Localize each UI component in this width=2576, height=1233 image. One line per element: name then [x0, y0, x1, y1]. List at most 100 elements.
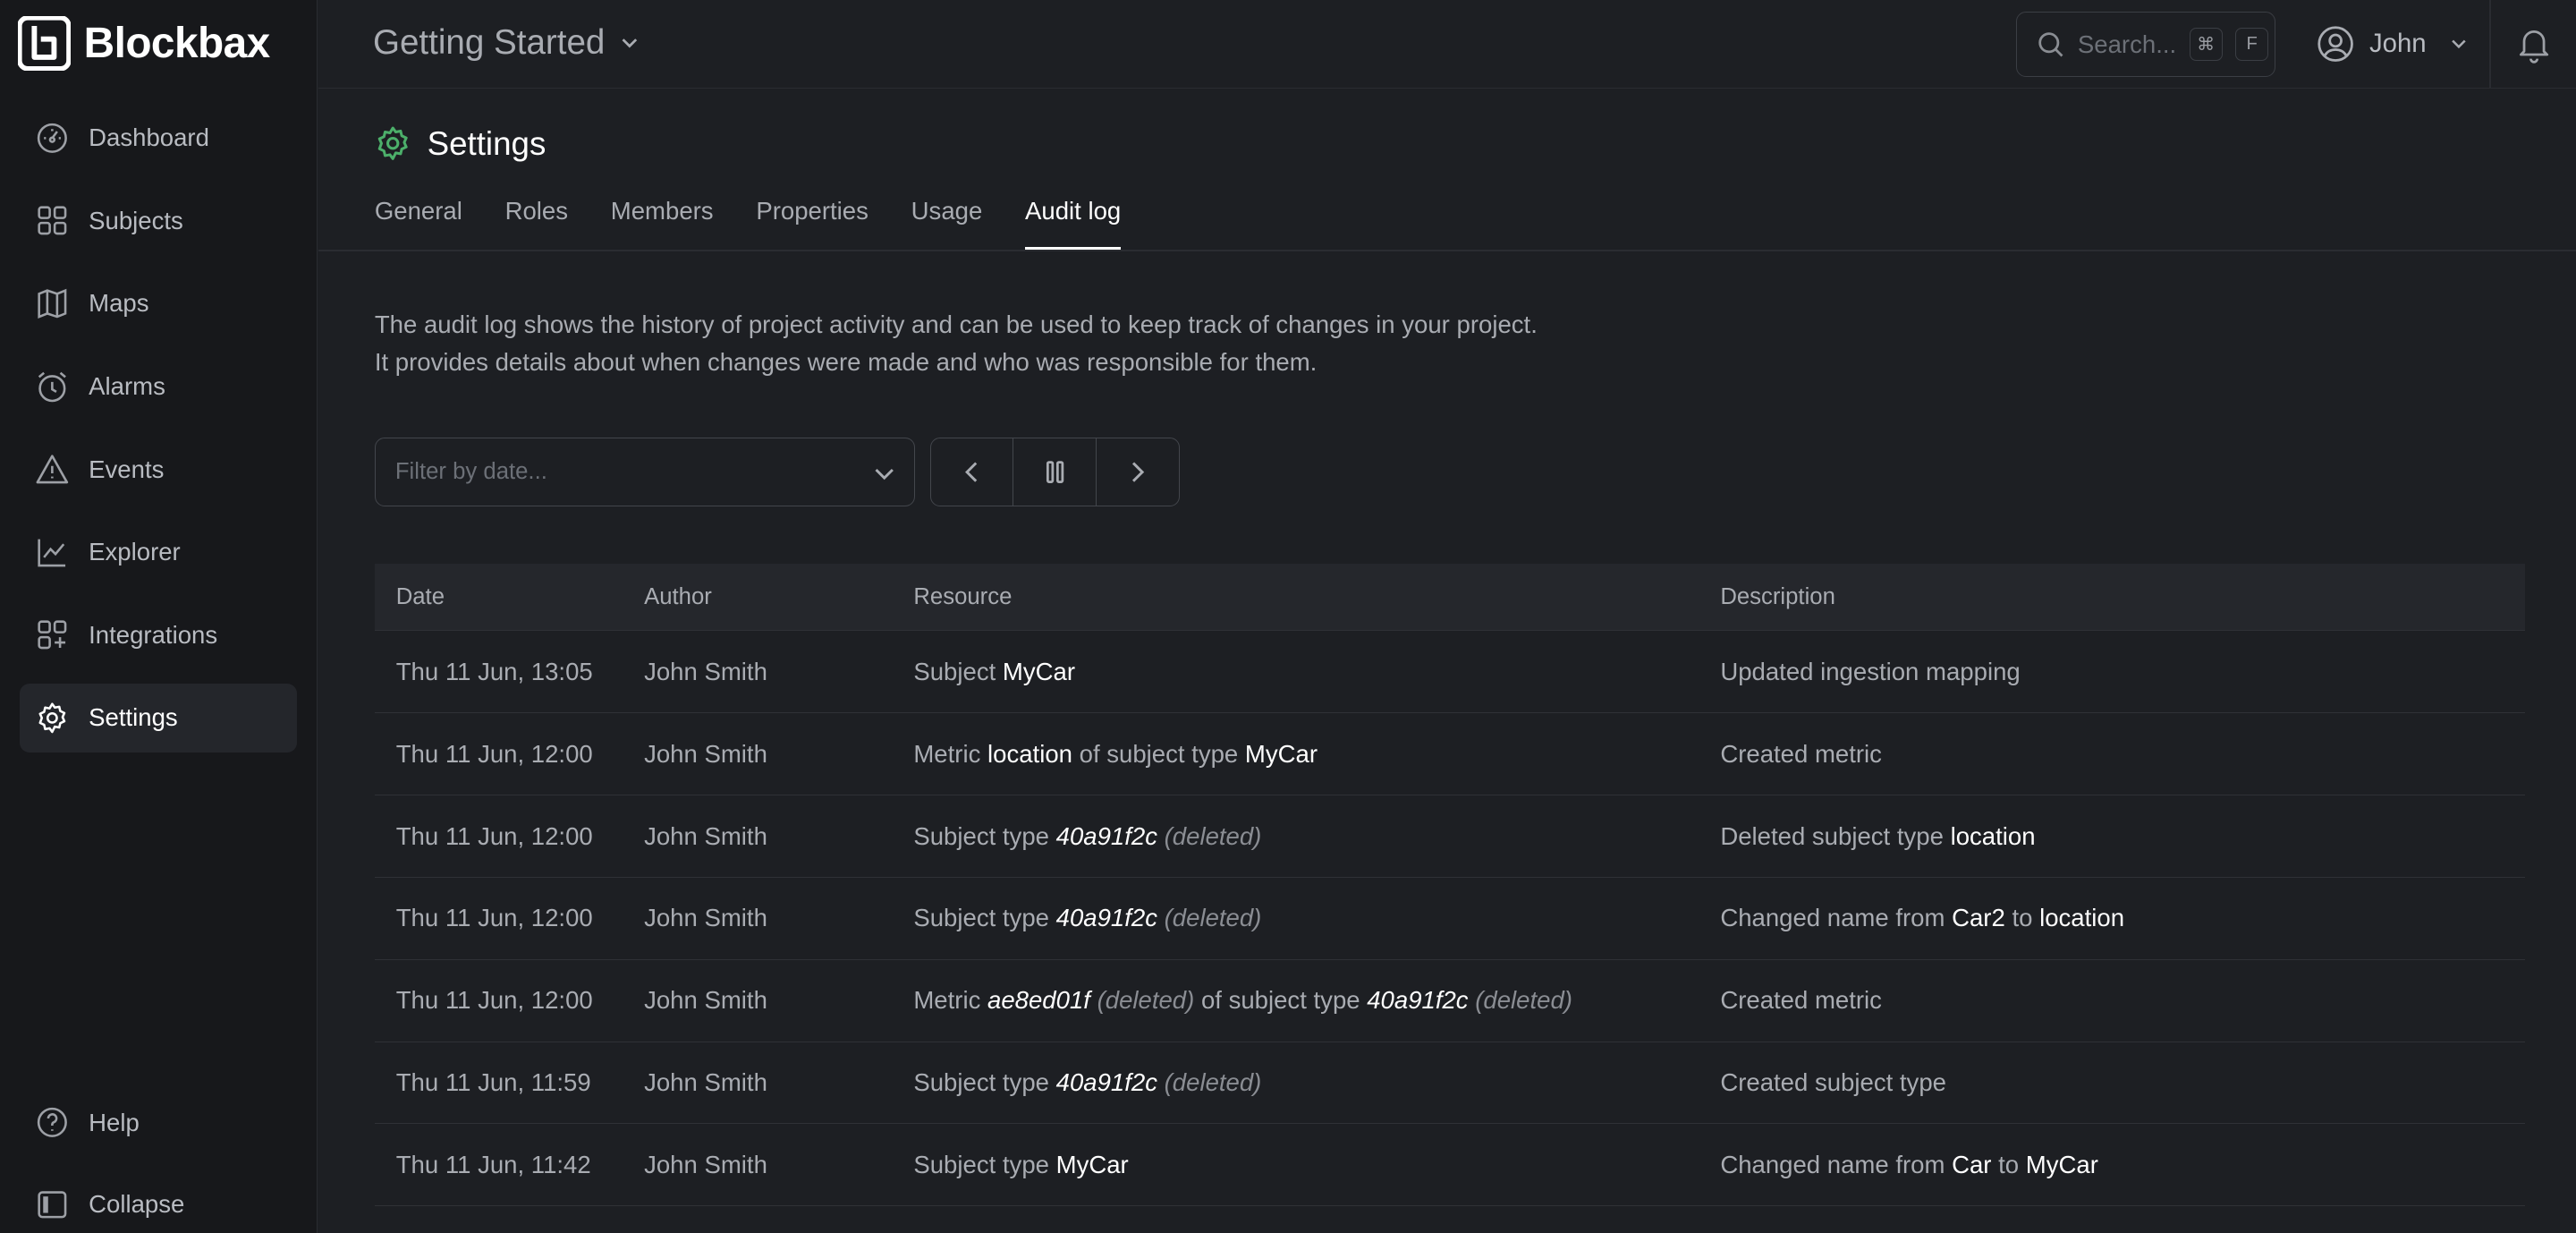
topbar-divider	[2489, 0, 2491, 89]
bell-icon[interactable]	[2514, 25, 2554, 64]
cell-date: Thu 11 Jun, 13:05	[395, 657, 593, 685]
column-header-date[interactable]: Date	[375, 584, 644, 610]
sidebar-item-label: Collapse	[89, 1190, 185, 1219]
description-fragment: Changed name from	[1720, 1150, 1953, 1178]
description-fragment: Car2	[1952, 904, 2005, 932]
dashboard-gauge-icon	[38, 123, 68, 153]
blockbax-logo-icon	[18, 16, 71, 71]
tab-usage[interactable]: Usage	[911, 197, 983, 250]
cell-description: Created subject type	[1720, 1068, 2525, 1097]
table-row[interactable]: Thu 11 Jun, 11:59 John Smith Subject type …	[374, 1042, 2526, 1125]
cell-resource: Subject type 40a91f2c (deleted)	[913, 904, 1720, 932]
resource-fragment: of subject type	[1194, 986, 1368, 1015]
next-button[interactable]	[1097, 438, 1179, 506]
map-icon	[38, 288, 67, 319]
resource-fragment: of subject type	[1072, 739, 1245, 768]
table-header: Date Author Resource Description	[374, 564, 2526, 632]
cell-author: John Smith	[644, 904, 767, 932]
project-selector[interactable]: Getting Started	[373, 23, 641, 63]
sidebar-item-subjects[interactable]: Subjects	[20, 186, 297, 255]
sidebar-item-events[interactable]: Events	[20, 435, 297, 504]
date-filter-select[interactable]: Filter by date...	[374, 437, 916, 506]
cell-date: Thu 11 Jun, 12:00	[395, 821, 593, 850]
search-input[interactable]: Search... ⌘ F	[2015, 11, 2276, 78]
sidebar-item-dashboard[interactable]: Dashboard	[20, 104, 297, 173]
cell-resource: Subject type 40a91f2c (deleted)	[913, 822, 1720, 851]
sidebar-nav: Dashboard Subjects Maps Alarms Events Ex…	[20, 104, 298, 767]
date-filter-placeholder: Filter by date...	[394, 458, 547, 484]
resource-fragment: Metric	[913, 986, 988, 1015]
settings-tabs: General Roles Members Properties Usage A…	[375, 197, 1164, 251]
resource-fragment: MyCar	[1002, 657, 1076, 685]
column-header-description[interactable]: Description	[1720, 584, 2525, 610]
tab-members[interactable]: Members	[611, 197, 714, 250]
tab-roles[interactable]: Roles	[505, 197, 568, 250]
help-circle-icon	[38, 1108, 68, 1138]
sidebar-item-label: Dashboard	[89, 123, 209, 152]
table-row[interactable]: Thu 11 Jun, 13:05 John Smith Subject MyCar…	[374, 631, 2526, 714]
pause-button[interactable]	[1013, 438, 1097, 506]
sidebar-item-help[interactable]: Help	[20, 1088, 297, 1157]
cell-description: Changed name from Car2 to location	[1720, 904, 2525, 932]
sidebar-item-alarms[interactable]: Alarms	[20, 352, 297, 421]
search-icon	[2038, 32, 2063, 57]
description-fragment: to	[2004, 904, 2040, 932]
description-fragment: Deleted subject type	[1720, 821, 1951, 850]
table-row[interactable]: Thu 11 Jun, 12:00 John Smith Metric locati…	[374, 713, 2526, 796]
table-row[interactable]: Thu 11 Jun, 11:42 John Smith Subject type …	[374, 1124, 2526, 1207]
resource-fragment: Metric	[913, 739, 988, 768]
sidebar-item-label: Events	[89, 455, 165, 483]
sidebar-item-explorer[interactable]: Explorer	[20, 518, 297, 587]
resource-fragment: MyCar	[1055, 1150, 1129, 1178]
date-pager	[929, 437, 1180, 506]
brand-name: Blockbax	[83, 20, 270, 68]
sidebar-item-label: Integrations	[89, 620, 218, 649]
cell-description: Updated ingestion mapping	[1720, 658, 2525, 686]
column-header-resource[interactable]: Resource	[913, 584, 1720, 610]
cell-resource: Subject type MyCar	[913, 1151, 1720, 1179]
sidebar-item-label: Settings	[89, 703, 178, 732]
line-chart-icon	[38, 539, 66, 567]
cell-author: John Smith	[644, 657, 767, 685]
resource-fragment: (deleted)	[1089, 986, 1195, 1015]
cell-author: John Smith	[644, 986, 767, 1015]
table-row[interactable]: Thu 11 Jun, 12:00 John Smith Subject type …	[374, 795, 2526, 878]
main-content: Settings General Roles Members Propertie…	[318, 89, 2576, 1233]
cell-resource: Metric ae8ed01f (deleted) of subject typ…	[913, 986, 1720, 1015]
brand-logo[interactable]: Blockbax	[18, 16, 270, 71]
chevron-left-icon	[965, 462, 978, 482]
sidebar-item-maps[interactable]: Maps	[20, 269, 297, 338]
resource-fragment: Subject type	[913, 1068, 1056, 1097]
cell-resource: Metric location of subject type MyCar	[913, 740, 1720, 769]
search-placeholder: Search...	[2077, 30, 2177, 58]
table-row[interactable]: Thu 11 Jun, 12:00 John Smith Subject type …	[374, 878, 2526, 960]
cell-description: Changed name from Car to MyCar	[1720, 1151, 2525, 1179]
tab-audit-log[interactable]: Audit log	[1025, 197, 1122, 251]
resource-fragment: (deleted)	[1157, 904, 1262, 932]
resource-fragment: 40a91f2c	[1055, 904, 1157, 932]
project-name: Getting Started	[372, 22, 606, 62]
cell-author: John Smith	[644, 1068, 767, 1097]
description-fragment: Created metric	[1720, 986, 1882, 1015]
chevron-right-icon	[1132, 462, 1145, 482]
sidebar-item-label: Help	[89, 1108, 140, 1136]
chevron-down-icon	[622, 38, 638, 48]
sidebar-item-settings[interactable]: Settings	[20, 683, 298, 753]
sidebar-item-integrations[interactable]: Integrations	[20, 600, 297, 669]
column-header-author[interactable]: Author	[644, 584, 913, 610]
description-fragment: Updated ingestion mapping	[1720, 657, 2021, 685]
sidebar-item-collapse[interactable]: Collapse	[20, 1170, 297, 1233]
resource-fragment: Subject type	[913, 1150, 1056, 1178]
sidebar: Blockbax Dashboard Subjects Maps Alarms …	[0, 0, 318, 1233]
description-fragment: Created subject type	[1720, 1068, 1946, 1097]
tab-properties[interactable]: Properties	[756, 197, 869, 250]
user-menu[interactable]: John	[2317, 25, 2469, 63]
table-row[interactable]: Thu 11 Jun, 12:00 John Smith Metric ae8ed0…	[374, 960, 2526, 1042]
previous-button[interactable]	[931, 438, 1014, 506]
page-title: Settings	[375, 125, 546, 163]
tab-general[interactable]: General	[375, 197, 462, 250]
cell-resource: Subject MyCar	[913, 658, 1720, 686]
cell-date: Thu 11 Jun, 12:00	[395, 904, 593, 932]
description-fragment: Car	[1952, 1150, 1992, 1178]
sidebar-item-label: Alarms	[89, 371, 165, 400]
